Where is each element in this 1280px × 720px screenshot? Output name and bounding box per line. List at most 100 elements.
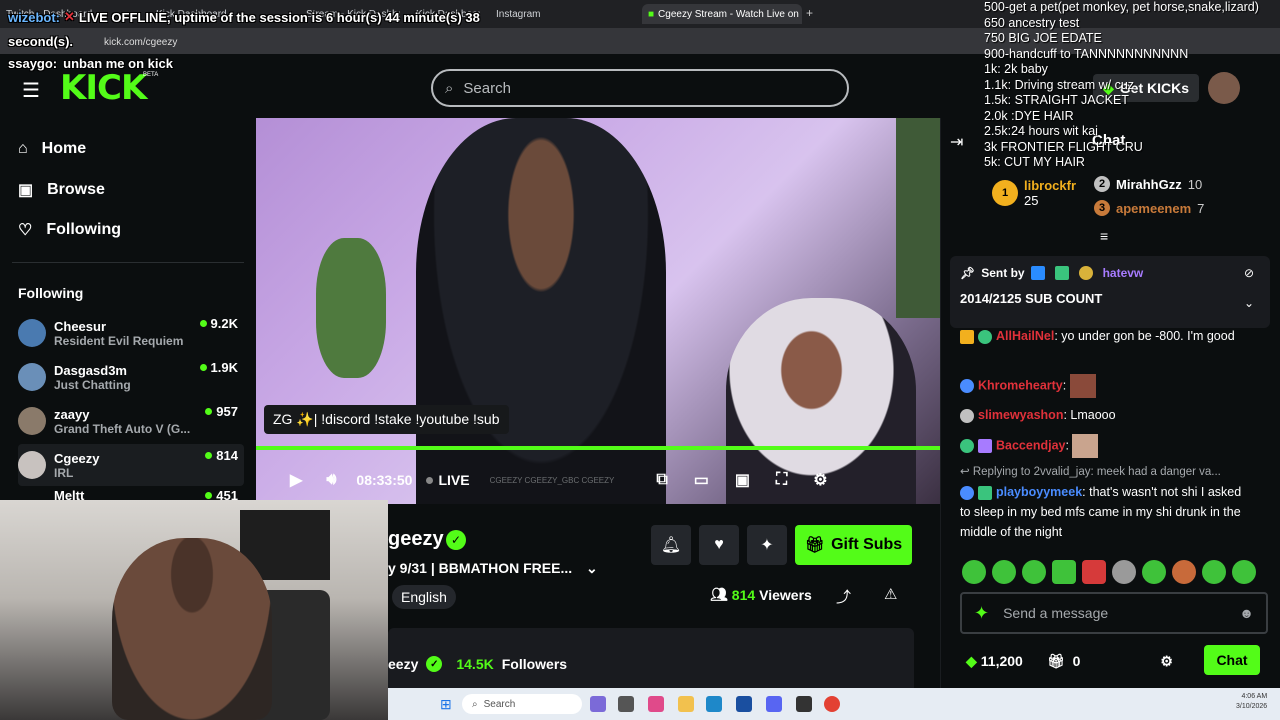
viewer-count: 1.9K xyxy=(199,360,238,375)
live-dot-icon xyxy=(205,492,213,499)
notification-button[interactable]: 🔔︎ xyxy=(651,525,691,565)
goal-item: 2.0k :DYE HAIR xyxy=(984,108,1074,123)
chat-username[interactable]: Khromehearty xyxy=(978,378,1063,392)
fullscreen-icon[interactable]: ⛶ xyxy=(776,471,787,489)
browser-tab-active[interactable]: ■ Cgeezy Stream - Watch Live on xyxy=(642,4,802,24)
badge-icon xyxy=(960,329,974,344)
followed-channel[interactable]: zaayy Grand Theft Auto V (G... 957 xyxy=(18,400,244,442)
followed-channel[interactable]: Dasgasd3m Just Chatting 1.9K xyxy=(18,356,244,398)
gift-subs-button[interactable]: 🎁︎ Gift Subs xyxy=(795,525,912,565)
emote-icon[interactable] xyxy=(992,560,1016,584)
emote-icon[interactable] xyxy=(1052,560,1076,584)
chat-message: playboyymeek: that's wasn't not shi I as… xyxy=(960,482,1252,542)
channel-name: eezy xyxy=(388,656,419,672)
edge-icon[interactable] xyxy=(706,696,722,712)
chat-username[interactable]: Baccendjay xyxy=(996,438,1065,452)
sparkle-icon: ✦ xyxy=(760,537,774,554)
play-icon[interactable]: ▶ xyxy=(290,470,302,490)
url-field[interactable]: kick.com/cgeezy xyxy=(104,37,177,48)
emoji-icon[interactable]: ☻ xyxy=(1239,605,1254,621)
pinned-user[interactable]: hatevw xyxy=(1103,266,1144,280)
goals-overlay: 500-get a pet(pet monkey, pet horse,snak… xyxy=(984,0,1259,171)
language-tag[interactable]: English xyxy=(392,585,456,609)
follow-button[interactable]: ♥ xyxy=(699,525,739,565)
streamer-name[interactable]: geezy xyxy=(388,528,444,551)
app-icon[interactable] xyxy=(796,696,812,712)
followed-channel[interactable]: Cheesur Resident Evil Requiem 9.2K xyxy=(18,312,244,354)
viewer-count-value: 9.2K xyxy=(210,316,238,331)
taskbar-search[interactable]: ⌕ Search xyxy=(462,694,582,714)
sidebar-item-browse[interactable]: ▣ Browse xyxy=(18,180,105,200)
discord-icon[interactable] xyxy=(766,696,782,712)
viewer-count: 👥︎ 814 Viewers xyxy=(710,586,812,603)
leader-name[interactable]: librockfr xyxy=(1024,178,1076,193)
kicks-icon: ◆ xyxy=(966,652,977,669)
overlay-chat-line: ssaygo: unban me on kick xyxy=(8,56,173,71)
settings-icon[interactable]: ⚙ xyxy=(1160,653,1173,670)
badge-icon xyxy=(960,485,974,500)
progress-bar[interactable] xyxy=(256,446,940,450)
volume-icon[interactable]: 🔊︎ xyxy=(326,471,336,489)
chrome-icon[interactable] xyxy=(824,696,840,712)
share-icon[interactable]: ⤴ xyxy=(836,586,851,607)
search-input[interactable]: Search xyxy=(463,80,511,97)
theater-icon[interactable]: ▭ xyxy=(694,470,709,490)
app-icon[interactable] xyxy=(590,696,606,712)
kicks-balance[interactable]: 11,200 xyxy=(981,653,1023,669)
unpin-icon[interactable]: ⊘ xyxy=(1244,266,1254,280)
chat-username[interactable]: AllHailNel xyxy=(996,329,1054,343)
clock-time: 4:06 AM xyxy=(1241,693,1268,700)
goal-item: 1k: 2k baby xyxy=(984,62,1048,76)
settings-icon[interactable]: ⚙ xyxy=(813,470,827,490)
emote-icon[interactable] xyxy=(1172,560,1196,584)
folder-icon[interactable] xyxy=(678,696,694,712)
sidebar-item-home[interactable]: ⌂ Home xyxy=(18,140,86,158)
emote-icon[interactable] xyxy=(1232,560,1256,584)
bot-overlay: wizebot: ✕ LIVE OFFLINE, uptime of the s… xyxy=(8,9,480,25)
chat-username[interactable]: playboyymeek xyxy=(996,485,1082,499)
chevron-down-icon[interactable]: ⌄ xyxy=(1244,296,1254,310)
emote-icon[interactable] xyxy=(1202,560,1226,584)
offline-message: LIVE OFFLINE, uptime of the session is 6… xyxy=(78,9,480,25)
leader-name[interactable]: MirahhGzz xyxy=(1116,177,1182,192)
followed-channel-active[interactable]: Cgeezy IRL 814 xyxy=(18,444,244,486)
reply-icon: ↩ xyxy=(960,466,970,478)
cross-icon: ✕ xyxy=(64,9,75,24)
kick-logo[interactable]: KICK xyxy=(60,68,147,108)
chat-username[interactable]: slimewyashon xyxy=(978,408,1063,422)
collapse-chat-icon[interactable]: ⇥ xyxy=(950,132,963,152)
channel-category: IRL xyxy=(54,465,74,480)
emote-icon[interactable] xyxy=(1082,560,1106,584)
overlay-chat-user: ssaygo: xyxy=(8,56,58,71)
report-icon[interactable]: ⚠ xyxy=(884,585,897,603)
pip-icon[interactable]: ▣ xyxy=(735,470,750,490)
reply-context[interactable]: ↩ Replying to 2vvalid_jay: meek had a da… xyxy=(960,462,1252,482)
leader-name[interactable]: apemeenem xyxy=(1116,201,1191,216)
clip-icon[interactable]: ⧉ xyxy=(656,471,667,489)
windows-start-icon[interactable]: ⊞ xyxy=(440,696,452,713)
chat-text: : xyxy=(1062,378,1067,393)
viewer-count: 814 xyxy=(205,448,238,463)
kick-tab-icon: ■ xyxy=(648,8,655,20)
followers-label: Followers xyxy=(501,656,568,672)
emote-icon[interactable] xyxy=(1022,560,1046,584)
chevron-down-icon[interactable]: ⌄ xyxy=(586,560,598,576)
live-dot-icon xyxy=(199,364,207,371)
new-tab-button[interactable]: + xyxy=(806,6,813,20)
emote-icon[interactable] xyxy=(1112,560,1136,584)
app-icon[interactable] xyxy=(736,696,752,712)
sidebar-item-following[interactable]: ♡ Following xyxy=(18,220,121,240)
expand-icon[interactable]: ≡ xyxy=(1100,228,1108,244)
browser-tab[interactable]: Instagram xyxy=(490,4,630,24)
emote-icon[interactable] xyxy=(962,560,986,584)
send-chat-button[interactable]: Chat xyxy=(1204,645,1260,675)
sparkle-button[interactable]: ✦ xyxy=(747,525,787,565)
gift-count[interactable]: 0 xyxy=(1073,653,1081,669)
emote-icon[interactable] xyxy=(1142,560,1166,584)
search-bar[interactable]: ⌕ Search xyxy=(431,69,849,107)
menu-icon[interactable]: ☰ xyxy=(22,78,40,103)
app-icon[interactable] xyxy=(618,696,634,712)
app-icon[interactable] xyxy=(648,696,664,712)
chat-message-input[interactable]: ✦ Send a message ☻ xyxy=(960,592,1268,634)
sparkle-icon[interactable]: ✦ xyxy=(974,603,989,624)
